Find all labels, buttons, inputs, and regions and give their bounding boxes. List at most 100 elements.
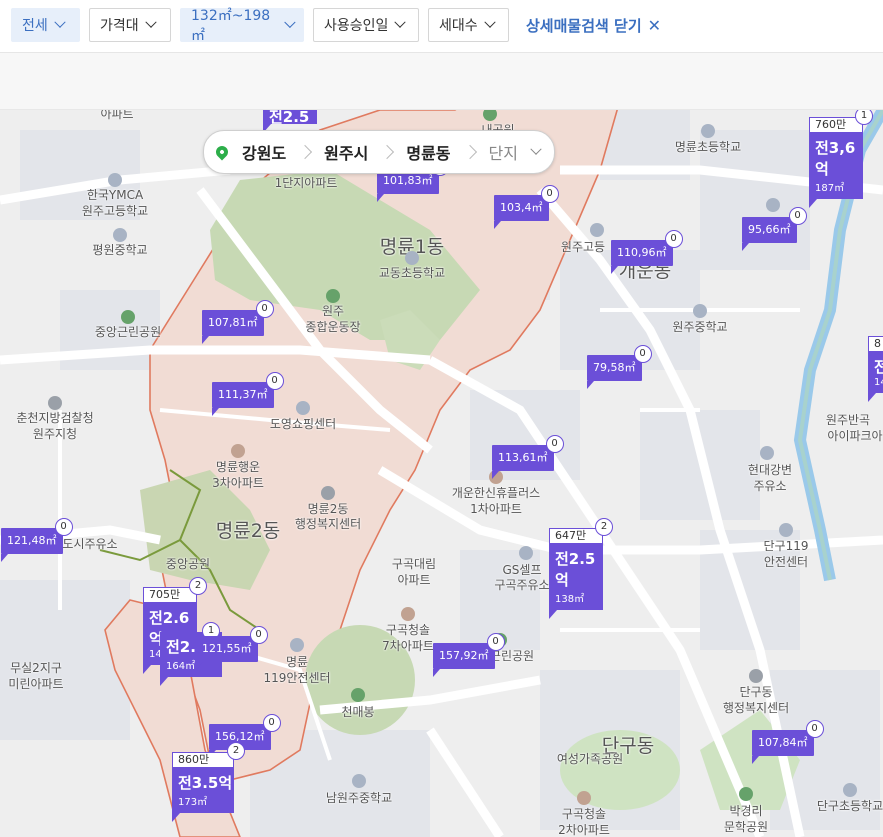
breadcrumb-province[interactable]: 강원도	[236, 140, 292, 164]
map-label: 구곡청솔	[385, 623, 431, 637]
office-icon	[321, 486, 335, 500]
price-marker[interactable]: 860만 전3.5억 173㎡ 2	[172, 742, 245, 822]
complex-marker[interactable]: 107,81㎡ 0	[202, 300, 274, 344]
households-filter[interactable]: 세대수	[428, 8, 509, 42]
breadcrumb-complex[interactable]: 단지	[483, 140, 524, 164]
map-label: 원주지청	[32, 427, 78, 441]
map-label: 여성가족공원	[556, 752, 624, 766]
area-label: 132㎡~198㎡	[191, 8, 271, 44]
chevron-down-icon	[54, 16, 66, 28]
map-label: 구곡주유소	[494, 578, 550, 592]
area-filter[interactable]: 132㎡~198㎡	[180, 8, 304, 44]
price-marker[interactable]: 8 전 14	[868, 336, 883, 402]
fire-station-icon	[779, 523, 793, 537]
filter-bar: 전세 가격대 132㎡~198㎡ 사용승인일 세대수 상세매물검색 닫기 ✕	[0, 0, 883, 53]
school-icon	[766, 198, 780, 212]
map-label: 평원중학교	[92, 243, 148, 257]
map-label: 1단지아파트	[274, 176, 338, 190]
price-marker[interactable]: 전2.5억	[263, 110, 317, 147]
price-marker[interactable]: 647만 전2.5억 138㎡ 2	[549, 518, 613, 619]
map-label: 현대강변	[747, 463, 793, 477]
chevron-down-icon	[394, 16, 407, 28]
shopping-icon	[296, 401, 310, 415]
map-label: 단구119	[763, 539, 809, 553]
map-label: 원주중학교	[672, 320, 728, 334]
mountain-icon	[351, 688, 365, 702]
map-label: 도시주유소	[62, 537, 118, 551]
map-label: 단구동	[739, 685, 773, 699]
map-label: 문학공원	[723, 820, 769, 834]
school-icon	[843, 783, 857, 797]
school-icon	[590, 223, 604, 237]
breadcrumb-dong[interactable]: 명륜동	[400, 140, 456, 164]
school-icon	[701, 124, 715, 138]
chevron-right-icon	[380, 144, 395, 160]
complex-marker[interactable]: 95,66㎡ 0	[742, 207, 807, 251]
map-label: 남원주중학교	[325, 791, 393, 805]
map-label: 원주반곡	[825, 413, 871, 427]
apartment-icon	[401, 607, 415, 621]
map-label: 천매봉	[341, 705, 375, 719]
complex-marker[interactable]: 111,37㎡ 0	[212, 372, 284, 416]
map-canvas[interactable]: 아파트 한국YMCA 원주고등학교 평원중학교 중앙근린공원 춘천지방검찰청 원…	[0, 110, 883, 837]
complex-marker[interactable]: 157,92㎡ 0	[433, 633, 505, 677]
location-breadcrumb: 강원도 원주시 명륜동 단지	[203, 130, 555, 174]
map-label: 주유소	[753, 479, 787, 493]
complex-marker[interactable]: 121,48㎡ 0	[1, 518, 73, 562]
gas-station-icon	[760, 446, 774, 460]
district-label: 단구동	[601, 735, 655, 757]
deal-type-label: 전세	[22, 18, 48, 34]
government-icon	[48, 396, 62, 410]
map-label: 아이파크아	[827, 429, 883, 443]
complex-marker[interactable]: 121,55㎡ 0	[196, 626, 268, 670]
complex-marker[interactable]: 103,4㎡ 0	[494, 185, 559, 229]
approval-date-filter[interactable]: 사용승인일	[313, 8, 419, 42]
chevron-down-icon	[283, 16, 295, 28]
close-detail-search-button[interactable]: 상세매물검색 닫기 ✕	[526, 15, 661, 36]
district-label: 개운동	[618, 260, 672, 282]
map-label: 종합운동장	[305, 320, 361, 334]
complex-marker[interactable]: 107,84㎡ 0	[752, 720, 824, 764]
map-label: 구곡청솔	[561, 807, 607, 821]
map-label: 도영쇼핑센터	[269, 417, 337, 431]
location-pin-icon	[213, 143, 231, 161]
price-filter[interactable]: 가격대	[89, 8, 171, 42]
toolbar-strip	[0, 53, 883, 110]
complex-marker[interactable]: 79,58㎡ 0	[587, 345, 652, 389]
map-label: 원주고등	[560, 240, 606, 254]
map-label: 개운한신휴플러스	[451, 486, 541, 500]
map-label: 명륜2동	[307, 502, 349, 516]
map-label: GS셀프	[502, 563, 542, 577]
map-label: 단구초등학교	[816, 799, 883, 813]
school-icon	[405, 251, 419, 265]
complex-marker[interactable]: 110,96㎡ 0	[611, 230, 683, 274]
map-label: 아파트	[397, 573, 431, 587]
school-icon	[108, 173, 122, 187]
complex-marker[interactable]: 113,61㎡ 0	[492, 435, 564, 479]
map-label: 근린공원	[489, 649, 535, 663]
price-marker[interactable]: 760만 전3,6억 187㎡ 1	[809, 110, 873, 208]
map-label: 명륜초등학교	[674, 140, 742, 154]
map-label: 구곡대림	[391, 557, 437, 571]
close-icon: ✕	[647, 16, 662, 35]
map-label: 한국YMCA	[86, 188, 144, 202]
approval-label: 사용승인일	[324, 18, 389, 34]
map-label: 중앙공원	[165, 557, 211, 571]
breadcrumb-city[interactable]: 원주시	[318, 140, 374, 164]
deal-type-filter[interactable]: 전세	[11, 8, 80, 42]
map-label: 명륜	[285, 655, 309, 669]
fire-station-icon	[290, 638, 304, 652]
chevron-right-icon	[298, 144, 313, 160]
office-icon	[749, 669, 763, 683]
apartment-icon	[577, 791, 591, 805]
close-detail-search-label: 상세매물검색 닫기	[526, 17, 642, 35]
school-icon	[352, 774, 366, 788]
chevron-down-icon	[530, 143, 542, 155]
price-label: 가격대	[100, 18, 139, 34]
map-label: 박경리	[729, 804, 763, 818]
gas-station-icon	[519, 546, 533, 560]
stadium-icon	[326, 289, 340, 303]
school-icon	[693, 304, 707, 318]
apartment-icon	[231, 444, 245, 458]
map-label: 아파트	[100, 110, 134, 121]
